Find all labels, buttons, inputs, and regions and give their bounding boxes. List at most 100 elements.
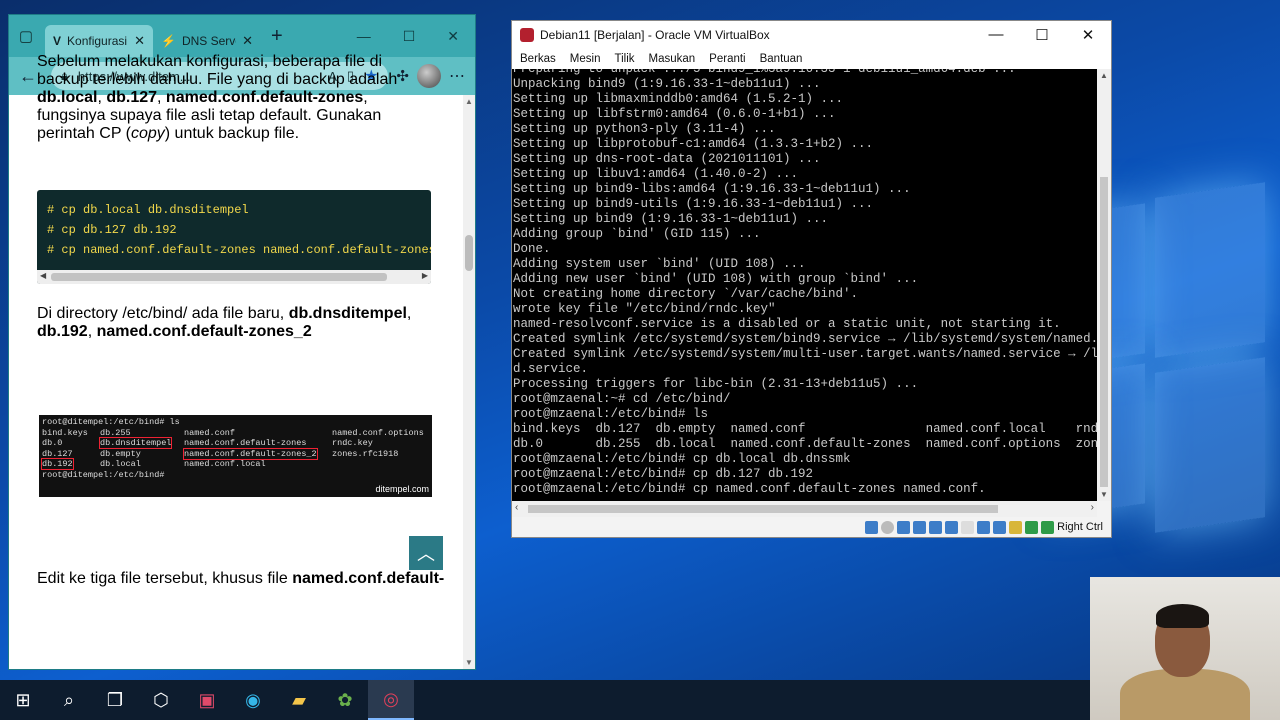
- window-title: Debian11 [Berjalan] - Oracle VM VirtualB…: [540, 28, 770, 42]
- tab-favicon: ⚡: [161, 34, 176, 48]
- maximize-icon[interactable]: ☐: [1019, 26, 1065, 44]
- menu-item-mesin[interactable]: Mesin: [570, 53, 601, 65]
- network-icon[interactable]: [913, 520, 927, 534]
- terminal-line: Setting up libfstrm0:amd64 (0.6.0-1+b1) …: [513, 107, 836, 121]
- text: Sebelum melakukan konfigurasi, beberapa …: [37, 53, 398, 88]
- terminal-line: Setting up bind9-libs:amd64 (1:9.16.33-1…: [513, 182, 911, 196]
- ls-cell: db.empty: [100, 448, 141, 459]
- scroll-right-icon[interactable]: ›: [1091, 502, 1094, 513]
- tab-actions-icon[interactable]: ▢: [15, 25, 37, 47]
- terminal-line: root@mzaenal:/etc/bind# cp named.conf.de…: [513, 482, 986, 496]
- scroll-up-icon[interactable]: ▲: [465, 97, 473, 106]
- terminal-line: Setting up dns-root-data (2021011101) ..…: [513, 152, 821, 166]
- scroll-down-icon[interactable]: ▼: [1100, 490, 1108, 499]
- image-watermark: ditempel.com: [375, 484, 429, 495]
- terminal-line: Created symlink /etc/systemd/system/mult…: [513, 347, 1097, 361]
- terminal-line: root@mzaenal:/etc/bind# ls: [513, 407, 709, 421]
- code-scrollbar[interactable]: ◀ ▶: [37, 270, 431, 284]
- terminal-output: Preparing to unpack .../5-bind9_1%3a9.16…: [513, 69, 1097, 497]
- close-icon[interactable]: ✕: [134, 33, 145, 49]
- ls-cell: named.conf: [184, 427, 236, 438]
- ls-cell: db.local: [100, 459, 141, 470]
- tab-favicon: V: [53, 34, 62, 48]
- ls-cell: db.0: [42, 438, 63, 449]
- optical-drive-icon[interactable]: [881, 520, 895, 534]
- display-icon[interactable]: [961, 520, 975, 534]
- taskbar: ⊞ ⌕ ❐ ⬡ ▣ ◉ ▰ ✿ ◎: [0, 680, 1280, 720]
- terminal-line: Done.: [513, 242, 551, 256]
- ls-screenshot-image: root@ditempel:/etc/bind# ls bind.keys db.…: [39, 415, 432, 497]
- scroll-down-icon[interactable]: ▼: [465, 658, 473, 667]
- vm-terminal[interactable]: Preparing to unpack .../5-bind9_1%3a9.16…: [512, 69, 1097, 501]
- text: ) untuk backup file.: [164, 125, 300, 142]
- menu-item-bantuan[interactable]: Bantuan: [760, 53, 803, 65]
- scroll-to-top-button[interactable]: ︿: [409, 536, 443, 570]
- terminal-vertical-scrollbar[interactable]: ▲ ▼: [1097, 69, 1111, 501]
- terminal-line: Setting up libuv1:amd64 (1.40.0-2) ...: [513, 167, 799, 181]
- close-window-icon[interactable]: ✕: [447, 28, 459, 45]
- code-line: # cp db.local db.dnsditempel: [47, 203, 249, 217]
- terminal-line: wrote key file "/etc/bind/rndc.key": [513, 302, 776, 316]
- tab-title: Konfigurasi: [67, 34, 128, 48]
- keyboard-capture-icon[interactable]: [1041, 520, 1055, 534]
- code-line: # cp named.conf.default-zones named.conf…: [47, 243, 431, 257]
- new-tab-icon[interactable]: +: [271, 25, 283, 48]
- menu-item-masukan[interactable]: Masukan: [649, 53, 696, 65]
- ls-row: db.0 db.dnsditempel named.conf.default-zon…: [42, 437, 429, 450]
- scroll-left-icon[interactable]: ◀: [40, 271, 46, 280]
- window-titlebar: Debian11 [Berjalan] - Oracle VM VirtualB…: [512, 21, 1111, 49]
- text-bold: db.192: [37, 323, 88, 340]
- edge-icon[interactable]: ◉: [230, 680, 276, 720]
- terminal-line: bind.keys db.127 db.empty named.conf nam…: [513, 422, 1097, 436]
- scroll-up-icon[interactable]: ▲: [1100, 71, 1108, 80]
- scroll-right-icon[interactable]: ▶: [422, 271, 428, 280]
- minimize-icon[interactable]: —: [357, 28, 371, 45]
- text: ,: [87, 323, 97, 340]
- shared-folder-icon[interactable]: [945, 520, 959, 534]
- menu-item-berkas[interactable]: Berkas: [520, 53, 556, 65]
- ls-cell: bind.keys: [42, 427, 88, 438]
- debian-vm-icon[interactable]: ◎: [368, 680, 414, 720]
- virtualbox-window: Debian11 [Berjalan] - Oracle VM VirtualB…: [511, 20, 1112, 538]
- search-icon[interactable]: ⌕: [46, 680, 92, 720]
- terminal-line: Setting up libprotobuf-c1:amd64 (1.3.3-1…: [513, 137, 874, 151]
- scroll-thumb[interactable]: [465, 235, 473, 271]
- host-key-label: Right Ctrl: [1057, 521, 1103, 533]
- menu-item-peranti[interactable]: Peranti: [709, 53, 745, 65]
- close-icon[interactable]: ✕: [242, 33, 253, 49]
- ls-cell-highlighted: named.conf.default-zones_2: [183, 447, 318, 460]
- more-options-icon[interactable]: ⋯: [449, 66, 465, 86]
- text-bold: db.dnsditempel: [288, 305, 407, 322]
- snapshot-icon[interactable]: [993, 520, 1007, 534]
- screen-recorder-icon[interactable]: ▣: [184, 680, 230, 720]
- terminal-line: Adding group `bind' (GID 115) ...: [513, 227, 761, 241]
- text: ,: [157, 89, 166, 106]
- scroll-left-icon[interactable]: ‹: [515, 502, 518, 513]
- file-explorer-icon[interactable]: ▰: [276, 680, 322, 720]
- virtualization-icon[interactable]: [1009, 520, 1023, 534]
- scroll-thumb[interactable]: [51, 273, 387, 281]
- app-icon[interactable]: ✿: [322, 680, 368, 720]
- ls-cell: named.conf.options: [332, 427, 424, 438]
- hard-disk-icon[interactable]: [865, 520, 879, 534]
- scroll-thumb[interactable]: [528, 505, 998, 513]
- usb-icon[interactable]: [929, 520, 943, 534]
- mouse-integration-icon[interactable]: [1025, 520, 1039, 534]
- task-view-icon[interactable]: ❐: [92, 680, 138, 720]
- virtualbox-icon[interactable]: ⬡: [138, 680, 184, 720]
- recording-icon[interactable]: [977, 520, 991, 534]
- scroll-thumb[interactable]: [1100, 177, 1108, 487]
- maximize-icon[interactable]: ☐: [403, 28, 416, 45]
- text: Edit ke tiga file tersebut, khusus file: [37, 570, 293, 587]
- audio-icon[interactable]: [897, 520, 911, 534]
- terminal-horizontal-scrollbar[interactable]: ‹ ›: [512, 501, 1097, 517]
- ls-cell: named.conf.local: [184, 459, 266, 470]
- browser-tab-bar: ▢ V Konfigurasi ✕ ⚡ DNS Server ✕ + — ☐ ✕: [9, 15, 475, 57]
- minimize-icon[interactable]: —: [973, 26, 1019, 44]
- paragraph-new-files: Di directory /etc/bind/ ada file baru, d…: [37, 305, 437, 341]
- close-icon[interactable]: ✕: [1065, 26, 1111, 44]
- browser-window: ▢ V Konfigurasi ✕ ⚡ DNS Server ✕ + — ☐ ✕…: [8, 14, 476, 670]
- page-scrollbar[interactable]: ▲ ▼: [463, 95, 475, 669]
- windows-start-icon[interactable]: ⊞: [0, 680, 46, 720]
- menu-item-tilik[interactable]: Tilik: [614, 53, 634, 65]
